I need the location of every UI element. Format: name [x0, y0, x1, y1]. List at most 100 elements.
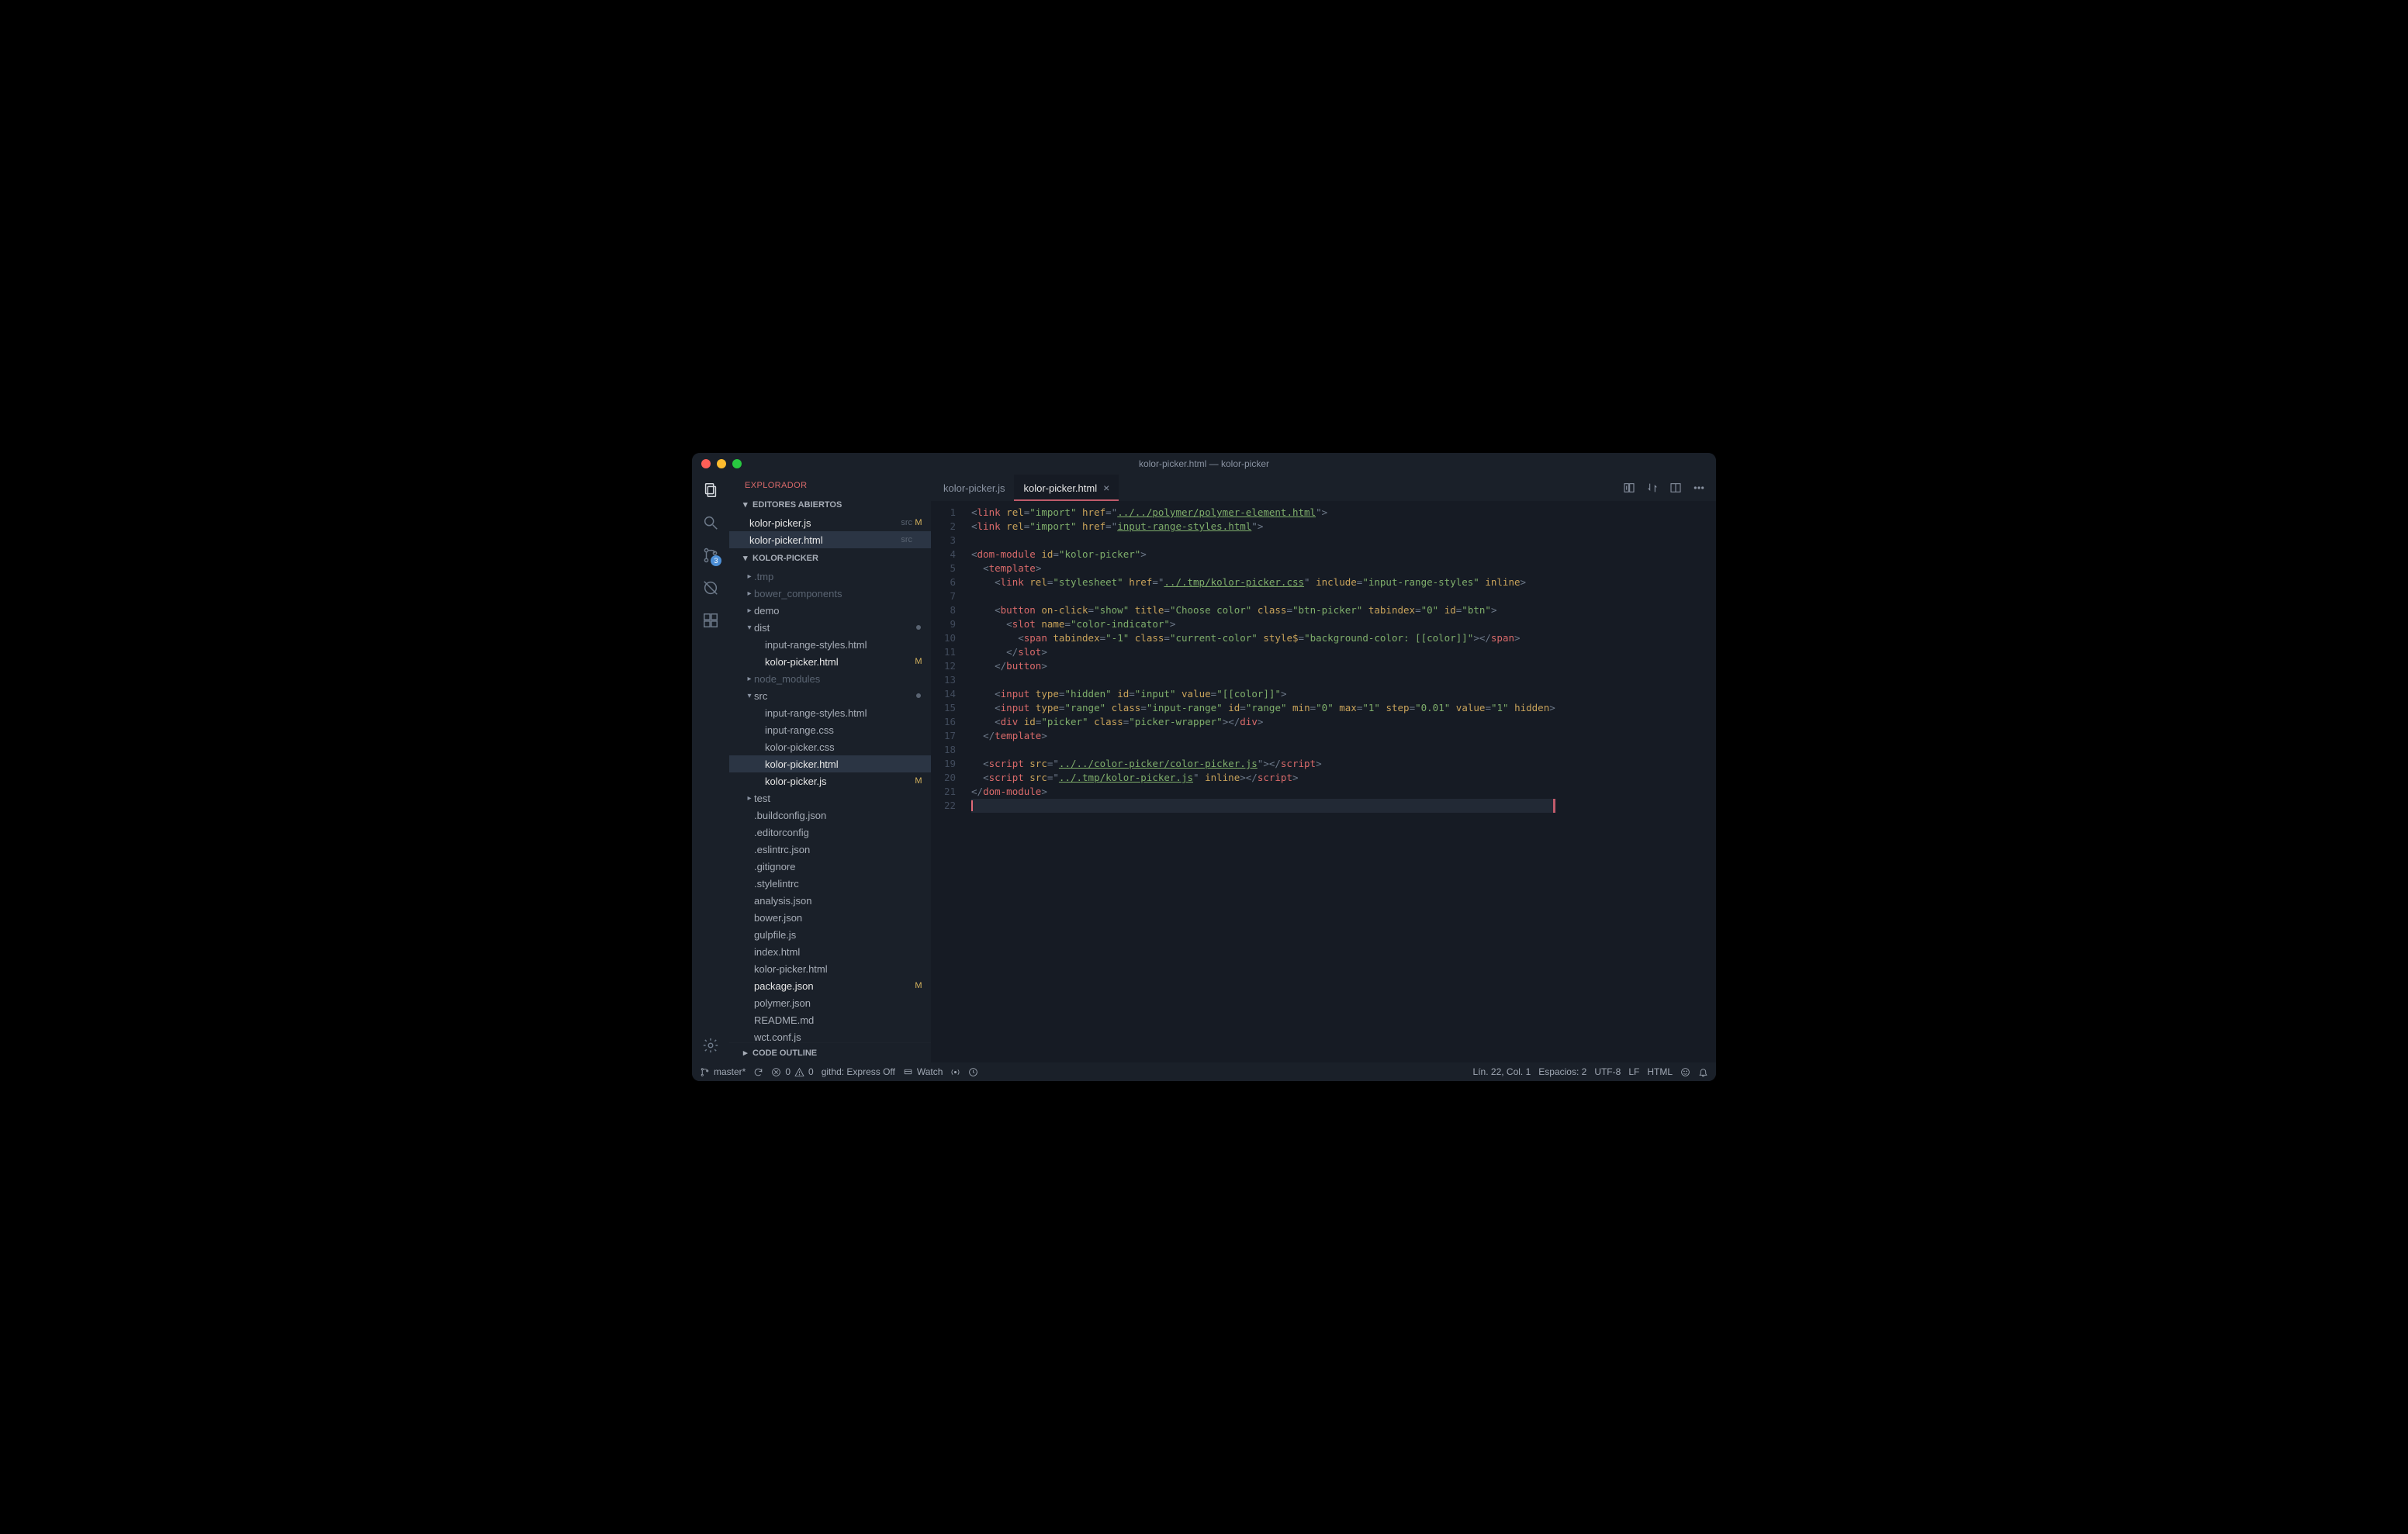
- twisty-icon: ▾: [745, 624, 754, 632]
- tree-file[interactable]: kolor-picker.html: [729, 960, 931, 977]
- vscode-window: kolor-picker.html — kolor-picker 3: [692, 453, 1716, 1081]
- live-server-item[interactable]: [950, 1067, 960, 1077]
- problems-item[interactable]: 0 0: [771, 1066, 813, 1077]
- project-header[interactable]: ▾ KOLOR-PICKER: [729, 548, 931, 568]
- open-editor-item[interactable]: kolor-picker.jssrcM: [729, 514, 931, 531]
- tree-file[interactable]: .gitignore: [729, 858, 931, 875]
- code-line[interactable]: [971, 743, 1555, 757]
- notifications-item[interactable]: [1698, 1067, 1708, 1077]
- githd-item[interactable]: githd: Express Off: [822, 1066, 895, 1077]
- code-content[interactable]: <link rel="import" href="../../polymer/p…: [967, 501, 1555, 1062]
- code-line[interactable]: [971, 673, 1555, 687]
- code-line[interactable]: <span tabindex="-1" class="current-color…: [971, 631, 1555, 645]
- tree-file[interactable]: input-range-styles.html: [729, 636, 931, 653]
- open-editors-header[interactable]: ▾ EDITORES ABIERTOS: [729, 495, 931, 514]
- tree-file[interactable]: package.jsonM: [729, 977, 931, 994]
- code-line[interactable]: <link rel="import" href="../../polymer/p…: [971, 506, 1555, 520]
- code-line[interactable]: <button on-click="show" title="Choose co…: [971, 603, 1555, 617]
- tree-file[interactable]: input-range-styles.html: [729, 704, 931, 721]
- file-label: .editorconfig: [754, 827, 912, 838]
- more-icon[interactable]: [1693, 482, 1705, 494]
- sidebar-title: EXPLORADOR: [729, 475, 931, 495]
- code-line[interactable]: </dom-module>: [971, 785, 1555, 799]
- eol-item[interactable]: LF: [1628, 1066, 1639, 1077]
- code-line[interactable]: [971, 799, 1555, 813]
- watch-item[interactable]: Watch: [903, 1066, 943, 1077]
- file-label: demo: [754, 605, 912, 617]
- feedback-item[interactable]: [1680, 1067, 1690, 1077]
- tree-folder[interactable]: ▸node_modules: [729, 670, 931, 687]
- code-line[interactable]: <dom-module id="kolor-picker">: [971, 548, 1555, 561]
- extensions-icon[interactable]: [701, 611, 720, 630]
- tree-file[interactable]: kolor-picker.css: [729, 738, 931, 755]
- tree-file[interactable]: kolor-picker.htmlM: [729, 653, 931, 670]
- file-label: kolor-picker.html: [754, 963, 912, 975]
- editor-region: kolor-picker.js kolor-picker.html × 123456…: [931, 475, 1716, 1062]
- indentation-item[interactable]: Espacios: 2: [1538, 1066, 1586, 1077]
- file-label: .stylelintrc: [754, 878, 912, 890]
- sync-item[interactable]: [753, 1067, 763, 1077]
- git-branch-item[interactable]: master*: [700, 1066, 746, 1077]
- tree-file[interactable]: bower.json: [729, 909, 931, 926]
- code-line[interactable]: <input type="range" class="input-range" …: [971, 701, 1555, 715]
- encoding-item[interactable]: UTF-8: [1594, 1066, 1621, 1077]
- language-mode-item[interactable]: HTML: [1647, 1066, 1673, 1077]
- split-editor-icon[interactable]: [1669, 482, 1682, 494]
- tree-folder[interactable]: ▸.tmp: [729, 568, 931, 585]
- code-line[interactable]: <script src="../../color-picker/color-pi…: [971, 757, 1555, 771]
- diff-icon[interactable]: [1623, 482, 1635, 494]
- tree-folder[interactable]: ▸demo: [729, 602, 931, 619]
- code-line[interactable]: <input type="hidden" id="input" value="[…: [971, 687, 1555, 701]
- twisty-icon: ▸: [745, 572, 754, 581]
- editor-tab[interactable]: kolor-picker.html ×: [1014, 475, 1119, 501]
- source-control-icon[interactable]: 3: [701, 546, 720, 565]
- editor[interactable]: 12345678910111213141516171819202122 <lin…: [931, 501, 1716, 1062]
- tree-file[interactable]: wct.conf.js: [729, 1028, 931, 1042]
- file-label: input-range-styles.html: [765, 639, 912, 651]
- tree-file[interactable]: input-range.css: [729, 721, 931, 738]
- tree-file[interactable]: .buildconfig.json: [729, 807, 931, 824]
- tree-file[interactable]: index.html: [729, 943, 931, 960]
- tree-file[interactable]: analysis.json: [729, 892, 931, 909]
- tree-file[interactable]: kolor-picker.html: [729, 755, 931, 772]
- code-line[interactable]: <script src="../.tmp/kolor-picker.js" in…: [971, 771, 1555, 785]
- tree-file[interactable]: .editorconfig: [729, 824, 931, 841]
- compare-changes-icon[interactable]: [1646, 482, 1659, 494]
- code-line[interactable]: </button>: [971, 659, 1555, 673]
- code-line[interactable]: </template>: [971, 729, 1555, 743]
- tab-label: kolor-picker.html: [1023, 482, 1097, 494]
- tree-file[interactable]: README.md: [729, 1011, 931, 1028]
- tree-folder[interactable]: ▾dist: [729, 619, 931, 636]
- tree-file[interactable]: .stylelintrc: [729, 875, 931, 892]
- clock-item[interactable]: [968, 1067, 978, 1077]
- tree-folder[interactable]: ▸bower_components: [729, 585, 931, 602]
- tree-file[interactable]: gulpfile.js: [729, 926, 931, 943]
- code-line[interactable]: <link rel="stylesheet" href="../.tmp/kol…: [971, 575, 1555, 589]
- close-icon[interactable]: ×: [1103, 482, 1109, 494]
- open-editor-item[interactable]: kolor-picker.htmlsrc: [729, 531, 931, 548]
- tree-folder[interactable]: ▾src: [729, 687, 931, 704]
- tree-file[interactable]: polymer.json: [729, 994, 931, 1011]
- code-line[interactable]: <link rel="import" href="input-range-sty…: [971, 520, 1555, 534]
- code-line[interactable]: </slot>: [971, 645, 1555, 659]
- search-icon[interactable]: [701, 513, 720, 532]
- tree-file[interactable]: .eslintrc.json: [729, 841, 931, 858]
- cursor-position-item[interactable]: Lín. 22, Col. 1: [1473, 1066, 1531, 1077]
- code-line[interactable]: <div id="picker" class="picker-wrapper">…: [971, 715, 1555, 729]
- twisty-icon: ▸: [745, 606, 754, 615]
- file-label: dist: [754, 622, 912, 634]
- tree-file[interactable]: kolor-picker.jsM: [729, 772, 931, 789]
- settings-gear-icon[interactable]: [701, 1036, 720, 1055]
- file-label: input-range-styles.html: [765, 707, 912, 719]
- code-line[interactable]: <template>: [971, 561, 1555, 575]
- code-line[interactable]: [971, 589, 1555, 603]
- file-hint: src: [901, 518, 912, 527]
- tree-folder[interactable]: ▸test: [729, 789, 931, 807]
- file-label: index.html: [754, 946, 912, 958]
- code-outline-header[interactable]: ▸ CODE OUTLINE: [729, 1042, 931, 1062]
- editor-tab[interactable]: kolor-picker.js: [934, 475, 1014, 501]
- code-line[interactable]: <slot name="color-indicator">: [971, 617, 1555, 631]
- code-line[interactable]: [971, 534, 1555, 548]
- explorer-icon[interactable]: [701, 481, 720, 499]
- debug-icon[interactable]: [701, 579, 720, 597]
